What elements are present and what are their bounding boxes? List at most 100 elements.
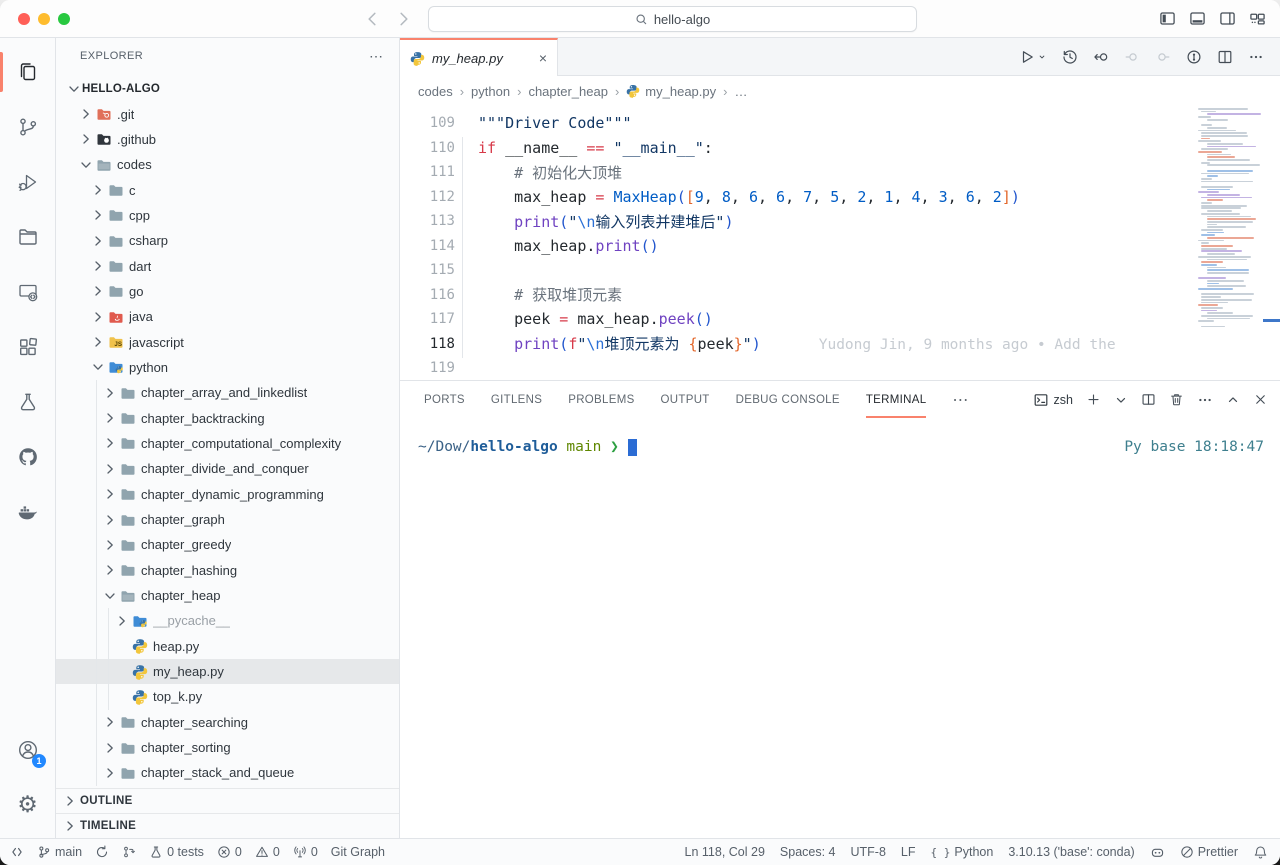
status-notifications[interactable] — [1253, 845, 1268, 860]
tree-item-codes[interactable]: codes — [56, 152, 399, 177]
activity-docker-icon[interactable] — [0, 484, 55, 539]
nav-back-icon[interactable] — [363, 10, 381, 28]
code-line-116[interactable]: 116 # 获取堆顶元素 — [400, 283, 1280, 308]
tree-item-csharp[interactable]: csharp — [56, 228, 399, 253]
status-gitlens-compare[interactable] — [122, 845, 136, 859]
status-encoding[interactable]: UTF-8 — [851, 845, 886, 859]
activity-github-icon[interactable] — [0, 429, 55, 484]
tree-item-python[interactable]: python — [56, 355, 399, 380]
tree-item-chapter_array_and_linkedlist[interactable]: chapter_array_and_linkedlist — [56, 380, 399, 405]
code-line-109[interactable]: 109"""Driver Code""" — [400, 111, 1280, 136]
status-errors[interactable]: 0 — [217, 845, 242, 859]
code-line-117[interactable]: 117 peek = max_heap.peek() — [400, 307, 1280, 332]
sidebar-section-outline[interactable]: OUTLINE — [56, 788, 399, 813]
activity-settings-icon[interactable]: ⚙ — [0, 784, 55, 824]
activity-accounts-icon[interactable]: 1 — [0, 730, 55, 770]
command-center-search[interactable]: hello-algo — [428, 6, 917, 32]
tree-item-.github[interactable]: .github — [56, 127, 399, 152]
more-icon[interactable] — [1248, 49, 1264, 65]
status-eol[interactable]: LF — [901, 845, 916, 859]
layout-grid-icon[interactable] — [1249, 10, 1266, 27]
tree-item-HELLO-ALGO[interactable]: HELLO-ALGO — [56, 76, 399, 101]
status-git-graph[interactable]: Git Graph — [331, 845, 385, 859]
run-options-chevron-icon[interactable] — [1037, 52, 1047, 62]
tree-item-go[interactable]: go — [56, 279, 399, 304]
status-warnings[interactable]: 0 — [255, 845, 280, 859]
activity-remote-explorer-icon[interactable] — [0, 264, 55, 319]
tree-item-chapter_stack_and_queue[interactable]: chapter_stack_and_queue — [56, 760, 399, 785]
tab-my-heap[interactable]: my_heap.py × — [400, 38, 558, 76]
status-language-mode[interactable]: { }Python — [931, 845, 994, 859]
code-line-119[interactable]: 119 — [400, 356, 1280, 380]
panel-tab-gitlens[interactable]: GITLENS — [491, 381, 542, 418]
tree-item-cpp[interactable]: cpp — [56, 203, 399, 228]
breadcrumb-item[interactable]: codes — [418, 84, 453, 99]
tree-item-chapter_backtracking[interactable]: chapter_backtracking — [56, 405, 399, 430]
split-icon[interactable] — [1217, 49, 1233, 65]
tree-item-chapter_sorting[interactable]: chapter_sorting — [56, 735, 399, 760]
status-remote-indicator[interactable] — [10, 845, 24, 859]
tree-item-chapter_heap[interactable]: chapter_heap — [56, 583, 399, 608]
status-ports[interactable]: 0 — [293, 845, 318, 859]
breadcrumb-item[interactable]: my_heap.py — [626, 84, 716, 99]
graph-icon[interactable] — [1186, 49, 1202, 65]
activity-source-control-icon[interactable] — [0, 99, 55, 154]
activity-extensions-icon[interactable] — [0, 319, 55, 374]
activity-explorer-icon[interactable] — [0, 44, 55, 99]
tree-item-javascript[interactable]: JSjavascript — [56, 329, 399, 354]
code-line-113[interactable]: 113 print("\n输入列表并建堆后") — [400, 209, 1280, 234]
panel-tab-output[interactable]: OUTPUT — [661, 381, 710, 418]
tree-item-c[interactable]: c — [56, 177, 399, 202]
tree-item-chapter_dynamic_programming[interactable]: chapter_dynamic_programming — [56, 482, 399, 507]
code-line-118[interactable]: 118 print(f"\n堆顶元素为 {peek}")Yudong Jin, … — [400, 332, 1280, 357]
status-cursor-position[interactable]: Ln 118, Col 29 — [685, 845, 765, 859]
panel-plus-icon[interactable] — [1086, 392, 1101, 407]
code-editor[interactable]: 109"""Driver Code"""110if __name__ == "_… — [400, 106, 1280, 380]
minimize-window-button[interactable] — [38, 13, 50, 25]
minimap[interactable] — [1197, 108, 1263, 328]
layout-sidebar-right-icon[interactable] — [1219, 10, 1236, 27]
tree-item-dart[interactable]: dart — [56, 253, 399, 278]
breadcrumb-item[interactable]: … — [734, 84, 747, 99]
sidebar-section-timeline[interactable]: TIMELINE — [56, 813, 399, 838]
code-line-111[interactable]: 111 # 初始化大顶堆 — [400, 160, 1280, 185]
tree-item-chapter_divide_and_conquer[interactable]: chapter_divide_and_conquer — [56, 456, 399, 481]
panel-tab-debug-console[interactable]: DEBUG CONSOLE — [736, 381, 840, 418]
activity-project-manager-icon[interactable] — [0, 209, 55, 264]
tree-item-chapter_computational_complexity[interactable]: chapter_computational_complexity — [56, 431, 399, 456]
code-line-110[interactable]: 110if __name__ == "__main__": — [400, 136, 1280, 161]
panel-chevron-down-icon[interactable] — [1114, 393, 1128, 407]
code-line-115[interactable]: 115 — [400, 258, 1280, 283]
status-indentation[interactable]: Spaces: 4 — [780, 845, 836, 859]
run-python-file-button[interactable] — [1019, 49, 1035, 65]
panel-trash-icon[interactable] — [1169, 392, 1184, 407]
activity-testing-icon[interactable] — [0, 374, 55, 429]
next-change-icon[interactable] — [1155, 49, 1171, 65]
close-window-button[interactable] — [18, 13, 30, 25]
status-copilot[interactable] — [1150, 845, 1165, 860]
panel-split-panel-icon[interactable] — [1141, 392, 1156, 407]
status-prettier[interactable]: Prettier — [1180, 845, 1238, 859]
status-tests[interactable]: 0 tests — [149, 845, 204, 859]
panel-more-tabs-icon[interactable]: ⋯ — [952, 390, 970, 410]
open-changes-icon[interactable] — [1093, 49, 1109, 65]
code-line-112[interactable]: 112 max_heap = MaxHeap([9, 8, 6, 6, 7, 5… — [400, 185, 1280, 210]
history-icon[interactable] — [1062, 49, 1078, 65]
tree-item-chapter_graph[interactable]: chapter_graph — [56, 507, 399, 532]
status-git-branch[interactable]: main — [37, 845, 82, 859]
zoom-window-button[interactable] — [58, 13, 70, 25]
tree-item-java[interactable]: java — [56, 304, 399, 329]
panel-tab-problems[interactable]: PROBLEMS — [568, 381, 634, 418]
layout-sidebar-left-icon[interactable] — [1159, 10, 1176, 27]
breadcrumb-item[interactable]: python — [471, 84, 510, 99]
tree-item-.git[interactable]: .git — [56, 101, 399, 126]
tree-item-chapter_searching[interactable]: chapter_searching — [56, 710, 399, 735]
prev-change-icon[interactable] — [1124, 49, 1140, 65]
status-git-sync[interactable] — [95, 845, 109, 859]
tab-close-icon[interactable]: × — [539, 50, 547, 66]
explorer-more-actions-icon[interactable]: ⋯ — [369, 48, 385, 65]
panel-close-icon[interactable] — [1253, 392, 1268, 407]
nav-forward-icon[interactable] — [395, 10, 413, 28]
breadcrumb-item[interactable]: chapter_heap — [528, 84, 608, 99]
panel-tab-ports[interactable]: PORTS — [424, 381, 465, 418]
